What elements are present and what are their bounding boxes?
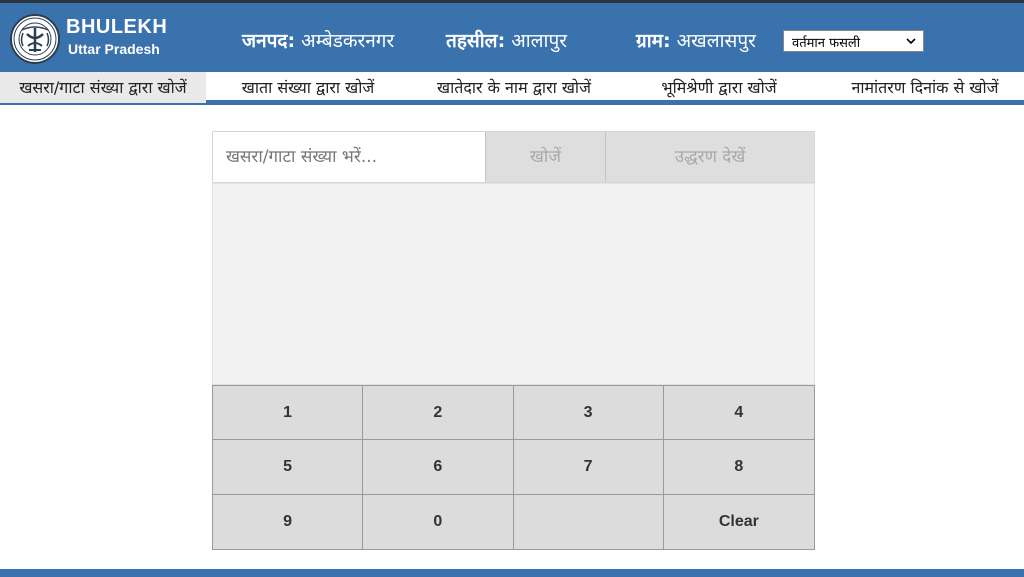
district-value: अम्बेडकरनगर: [301, 30, 395, 52]
key-9[interactable]: 9: [213, 494, 364, 549]
tehsil-label: तहसील:: [446, 30, 506, 52]
key-8[interactable]: 8: [663, 440, 814, 495]
brand-title: BHULEKH: [66, 16, 168, 38]
fasli-year-select[interactable]: वर्तमान फसली: [783, 30, 924, 52]
tab-search-by-khasra[interactable]: खसरा/गाटा संख्या द्वारा खोजें: [0, 72, 206, 103]
tehsil-info: तहसील: आलापुर: [446, 27, 567, 53]
tab-search-by-khata[interactable]: खाता संख्या द्वारा खोजें: [226, 72, 390, 103]
district-label: जनपद:: [242, 30, 296, 52]
tab-search-by-mutation-date[interactable]: नामांतरण दिनांक से खोजें: [834, 72, 1016, 103]
search-bar: खोजें उद्धरण देखें: [212, 131, 815, 183]
fasli-year-selected: वर्तमान फसली: [792, 36, 861, 51]
key-0[interactable]: 0: [363, 494, 514, 549]
village-info: ग्राम: अखलासपुर: [636, 27, 756, 53]
key-1[interactable]: 1: [213, 386, 364, 441]
search-tabs: खसरा/गाटा संख्या द्वारा खोजें खाता संख्य…: [0, 72, 1024, 105]
key-3[interactable]: 3: [513, 386, 664, 441]
footer-bar: [0, 569, 1024, 577]
key-4[interactable]: 4: [663, 386, 814, 441]
village-label: ग्राम:: [636, 30, 671, 52]
brand-subtitle: Uttar Pradesh: [68, 41, 160, 57]
key-blank: [513, 494, 664, 549]
tab-search-by-owner-name[interactable]: खातेदार के नाम द्वारा खोजें: [424, 72, 604, 103]
district-info: जनपद: अम्बेडकरनगर: [242, 27, 394, 53]
results-panel: [212, 183, 815, 385]
tab-search-by-land-category[interactable]: भूमिश्रेणी द्वारा खोजें: [648, 72, 790, 103]
up-emblem-logo: [10, 14, 60, 64]
khasra-number-input[interactable]: [213, 132, 485, 182]
key-5[interactable]: 5: [213, 440, 364, 495]
tehsil-value: आलापुर: [511, 30, 568, 52]
numeric-keypad: 1 2 3 4 5 6 7 8 9 0 Clear: [212, 385, 815, 550]
key-7[interactable]: 7: [513, 440, 664, 495]
search-button[interactable]: खोजें: [485, 132, 605, 182]
key-clear[interactable]: Clear: [663, 494, 814, 549]
app-header: BHULEKH Uttar Pradesh जनपद: अम्बेडकरनगर …: [0, 0, 1024, 72]
view-extract-button[interactable]: उद्धरण देखें: [605, 132, 814, 182]
village-value: अखलासपुर: [676, 30, 756, 52]
key-2[interactable]: 2: [363, 386, 514, 441]
chevron-down-icon: [906, 38, 916, 45]
key-6[interactable]: 6: [363, 440, 514, 495]
